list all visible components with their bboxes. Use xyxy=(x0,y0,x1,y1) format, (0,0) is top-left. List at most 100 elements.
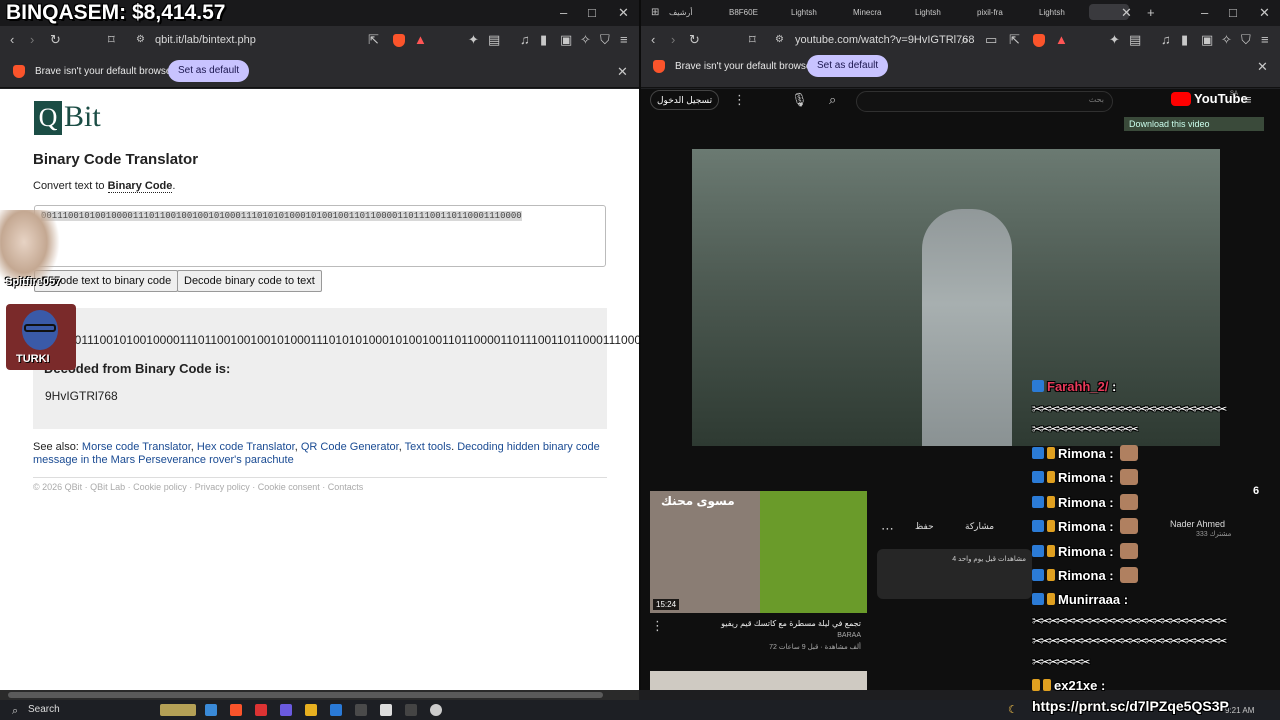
vpn-icon[interactable]: ⛉ xyxy=(600,32,610,48)
infobar-close-icon[interactable]: ✕ xyxy=(617,64,628,80)
tab-2[interactable]: Lightsh xyxy=(791,5,817,21)
obs-icon[interactable] xyxy=(380,704,392,716)
forward-icon[interactable]: › xyxy=(30,32,34,48)
extensions-icon[interactable]: ✦ xyxy=(468,32,479,48)
wallet-icon[interactable]: ▣ xyxy=(560,32,572,48)
signin-button[interactable]: تسجيل الدخول xyxy=(650,90,720,110)
sidebar-icon[interactable]: ▮ xyxy=(1181,32,1188,48)
suggested-channel[interactable]: BARAA xyxy=(661,632,861,639)
todo-icon[interactable] xyxy=(330,704,342,716)
save-button[interactable]: حفظ xyxy=(915,521,934,537)
set-default-button[interactable]: Set as default xyxy=(168,60,250,82)
hex-link[interactable]: Hex code Translator xyxy=(197,441,295,453)
close-window-icon[interactable]: ✕ xyxy=(618,5,629,21)
share-icon[interactable]: ⇱ xyxy=(1009,32,1020,48)
set-default-button[interactable]: Set as default xyxy=(807,55,889,77)
menu-icon[interactable]: ≡ xyxy=(1261,32,1269,48)
leo-icon[interactable]: ✧ xyxy=(580,32,591,48)
reload-icon[interactable]: ↻ xyxy=(689,32,700,48)
leo-icon[interactable]: ✧ xyxy=(1221,32,1232,48)
close-tab-icon[interactable]: ✕ xyxy=(1121,5,1132,21)
share-icon[interactable]: ⇱ xyxy=(368,32,379,48)
address-bar[interactable]: youtube.com/watch?v=9HvIGTRl768 xyxy=(795,33,974,47)
description-box[interactable]: 4 مشاهدات قبل يوم واحد xyxy=(877,549,1032,599)
tab-3[interactable]: Minecra xyxy=(853,5,881,21)
app-icon[interactable] xyxy=(255,704,267,716)
close-right-icon[interactable]: ✕ xyxy=(1259,5,1270,21)
minimize-icon[interactable]: – xyxy=(560,5,567,21)
maximize-right-icon[interactable]: □ xyxy=(1229,5,1237,21)
qbit-logo-text[interactable]: Bit xyxy=(64,99,101,135)
horizontal-scrollbar[interactable] xyxy=(0,690,639,700)
brave-rewards-icon[interactable]: ▲ xyxy=(1055,32,1068,48)
brave-taskbar-icon[interactable] xyxy=(230,704,242,716)
more-options-icon[interactable]: ⋮ xyxy=(733,92,746,108)
zoom-icon[interactable]: ⌕ xyxy=(961,32,968,48)
brave-shields-icon[interactable] xyxy=(1033,34,1045,47)
wallet-icon[interactable]: ▣ xyxy=(1201,32,1213,48)
site-info-icon[interactable]: ⚙ xyxy=(775,32,784,48)
tab-1[interactable]: B8F60E xyxy=(729,5,758,21)
decode-button[interactable]: Decode binary code to text xyxy=(177,270,322,292)
menu-icon[interactable]: ≡ xyxy=(620,32,628,48)
file-explorer-icon[interactable] xyxy=(305,704,317,716)
bookmark-icon[interactable]: ⌑ xyxy=(108,32,115,48)
search-icon[interactable]: ⌕ xyxy=(829,92,836,108)
search-input[interactable]: بحث xyxy=(856,91,1113,112)
infobar-close-icon[interactable]: ✕ xyxy=(1257,59,1268,75)
channel-name[interactable]: Nader Ahmed xyxy=(1170,519,1225,529)
binary-code-link[interactable]: Binary Code xyxy=(107,180,173,193)
back-icon[interactable]: ‹ xyxy=(10,32,14,48)
bookmark-icon[interactable]: ⌑ xyxy=(749,32,756,48)
brave-logo-icon xyxy=(653,60,665,73)
search-icon[interactable]: ⌕ xyxy=(12,703,18,719)
brave-shields-icon[interactable] xyxy=(393,34,405,47)
media-icon[interactable]: ♫ xyxy=(520,32,530,48)
qr-link[interactable]: QR Code Generator xyxy=(301,441,399,453)
tab-5[interactable]: pixil-fra xyxy=(977,5,1003,21)
binary-input-textarea[interactable]: 0011100101001000011101100100100101000111… xyxy=(34,205,606,267)
cast-icon[interactable]: ▭ xyxy=(985,32,997,48)
text-tools-link[interactable]: Text tools xyxy=(405,441,451,453)
tab-6[interactable]: Lightsh xyxy=(1039,5,1065,21)
app-icon[interactable] xyxy=(430,704,442,716)
reader-icon[interactable]: ▤ xyxy=(1129,32,1141,48)
media-icon[interactable]: ♫ xyxy=(1161,32,1171,48)
tab-0[interactable]: أرشيف xyxy=(669,5,692,21)
discord-icon[interactable] xyxy=(280,704,292,716)
brave-rewards-icon[interactable]: ▲ xyxy=(414,32,427,48)
youtube-logo-text[interactable]: YouTube xyxy=(1194,91,1248,106)
suggested-thumbnail-2[interactable] xyxy=(650,671,867,690)
app-icon[interactable] xyxy=(355,704,367,716)
suggested-thumbnail[interactable] xyxy=(650,491,867,613)
clock[interactable]: 9:21 AM xyxy=(1225,703,1254,719)
youtube-logo-icon[interactable] xyxy=(1171,92,1191,106)
sidebar-icon[interactable]: ▮ xyxy=(540,32,547,48)
widgets-icon[interactable] xyxy=(160,704,196,716)
suggested-title[interactable]: تجمع في ليلة مسطرة مع كاتسك قيم ريفيو xyxy=(661,619,861,628)
copilot-icon[interactable] xyxy=(205,704,217,716)
app-icon[interactable] xyxy=(405,704,417,716)
site-info-icon[interactable]: ⚙ xyxy=(136,32,145,48)
extensions-icon[interactable]: ✦ xyxy=(1109,32,1120,48)
download-video-button[interactable]: Download this video xyxy=(1124,117,1264,131)
address-bar[interactable]: qbit.it/lab/bintext.php xyxy=(155,33,256,47)
reader-icon[interactable]: ▤ xyxy=(488,32,500,48)
back-icon[interactable]: ‹ xyxy=(651,32,655,48)
minimize-right-icon[interactable]: – xyxy=(1201,5,1208,21)
scrollbar-thumb[interactable] xyxy=(8,692,603,698)
tab-4[interactable]: Lightsh xyxy=(915,5,941,21)
taskbar-search[interactable]: Search xyxy=(28,703,60,717)
new-tab-icon[interactable]: + xyxy=(1147,5,1155,21)
maximize-icon[interactable]: □ xyxy=(588,5,596,21)
yt-menu-icon[interactable]: ≡ xyxy=(1244,92,1252,108)
share-button[interactable]: مشاركة xyxy=(965,521,994,537)
morse-link[interactable]: Morse code Translator xyxy=(82,441,191,453)
more-actions-icon[interactable]: ⋯ xyxy=(881,521,894,537)
qbit-logo-q[interactable]: Q xyxy=(34,101,62,135)
reload-icon[interactable]: ↻ xyxy=(50,32,61,48)
vpn-icon[interactable]: ⛉ xyxy=(1241,32,1251,48)
tab-strip-icon[interactable]: ⊞ xyxy=(651,5,659,21)
forward-icon[interactable]: › xyxy=(671,32,675,48)
voice-search-icon[interactable]: 🎙 xyxy=(791,92,808,108)
